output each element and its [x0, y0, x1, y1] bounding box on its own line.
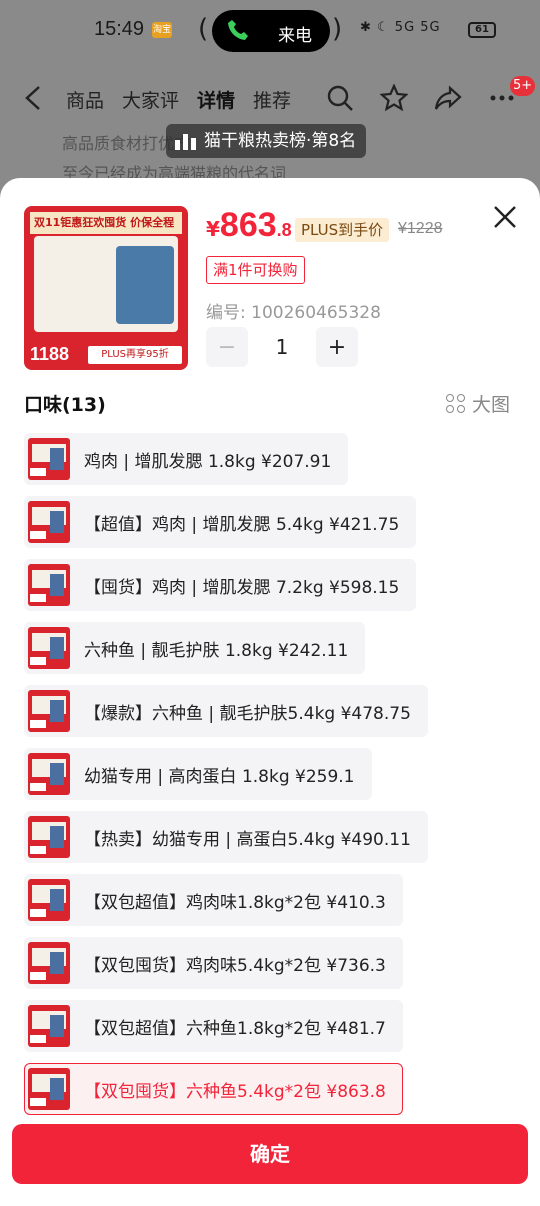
- flavor-thumbnail: [28, 753, 70, 795]
- increase-button[interactable]: +: [316, 327, 358, 367]
- message-count-badge: 5+: [510, 76, 536, 96]
- flavor-section-title: 口味(13): [24, 394, 106, 416]
- image-price: 1188: [30, 344, 70, 364]
- flavor-option-label: 【双包囤货】六种鱼5.4kg*2包 ¥863.8: [84, 1081, 386, 1102]
- original-price: ¥1228: [398, 220, 443, 237]
- tab-details[interactable]: 详情: [197, 86, 235, 113]
- product-image[interactable]: 双11钜惠狂欢囤货 价保全程 1188 PLUS再享95折: [24, 206, 188, 370]
- flavor-thumbnail: [28, 690, 70, 732]
- flavor-option-label: 【双包囤货】鸡肉味5.4kg*2包 ¥736.3: [84, 955, 386, 976]
- image-promo: PLUS再享95折: [88, 346, 182, 364]
- tab-reviews[interactable]: 大家评: [122, 86, 179, 113]
- big-picture-toggle[interactable]: 大图: [446, 390, 510, 417]
- flavor-option[interactable]: 【双包囤货】六种鱼5.4kg*2包 ¥863.8: [24, 1063, 403, 1115]
- nav-bar: 商品 大家评 详情 推荐 5+: [0, 70, 540, 126]
- flavor-option-label: 幼猫专用 | 高肉蛋白 1.8kg ¥259.1: [84, 766, 355, 787]
- system-icons: ✱ ☾ 5G 5G: [360, 20, 441, 35]
- call-label: 来电: [278, 26, 312, 46]
- phone-icon: [228, 20, 248, 40]
- price-symbol: ¥: [206, 217, 220, 241]
- flavor-option-label: 六种鱼 | 靓毛护肤 1.8kg ¥242.11: [84, 640, 349, 661]
- bar-chart-icon: [175, 134, 196, 150]
- flavor-thumbnail: [28, 816, 70, 858]
- flavor-thumbnail: [28, 1005, 70, 1047]
- sku-selection-sheet: 双11钜惠狂欢囤货 价保全程 1188 PLUS再享95折 ¥ 863 .8 P…: [0, 178, 540, 1206]
- left-paren-icon: (: [198, 14, 209, 44]
- flavor-thumbnail: [28, 501, 70, 543]
- flavor-option-label: 【热卖】幼猫专用 | 高蛋白5.4kg ¥490.11: [84, 829, 411, 850]
- flavor-option[interactable]: 【双包囤货】鸡肉味5.4kg*2包 ¥736.3: [24, 937, 403, 989]
- flavor-option-label: 【超值】鸡肉 | 增肌发腮 5.4kg ¥421.75: [84, 514, 400, 535]
- sku-number: 编号: 100260465328: [206, 303, 381, 323]
- image-banner: 双11钜惠狂欢囤货 价保全程: [30, 212, 182, 234]
- share-icon[interactable]: [434, 84, 462, 112]
- app-badge-icon: 淘宝: [152, 22, 172, 38]
- tab-product[interactable]: 商品: [66, 86, 104, 113]
- flavor-thumbnail: [28, 942, 70, 984]
- decrease-button[interactable]: −: [206, 327, 248, 367]
- incoming-call-pill[interactable]: 来电: [212, 10, 330, 52]
- back-icon[interactable]: [22, 84, 44, 112]
- flavor-option[interactable]: 【双包超值】六种鱼1.8kg*2包 ¥481.7: [24, 1000, 403, 1052]
- plus-price-tag: PLUS到手价: [295, 218, 390, 242]
- flavor-option[interactable]: 【囤货】鸡肉 | 增肌发腮 7.2kg ¥598.15: [24, 559, 417, 611]
- price: ¥ 863 .8: [206, 206, 292, 245]
- flavor-option-label: 【囤货】鸡肉 | 增肌发腮 7.2kg ¥598.15: [84, 577, 400, 598]
- confirm-button[interactable]: 确定: [12, 1124, 528, 1184]
- flavor-option-label: 【双包超值】鸡肉味1.8kg*2包 ¥410.3: [84, 892, 386, 913]
- ranking-pill[interactable]: 猫干粮热卖榜·第8名: [166, 124, 367, 158]
- grid-icon: [446, 393, 466, 414]
- flavor-option-label: 【双包超值】六种鱼1.8kg*2包 ¥481.7: [84, 1018, 386, 1039]
- flavor-option-label: 鸡肉 | 增肌发腮 1.8kg ¥207.91: [84, 451, 332, 472]
- price-integer: 863: [219, 206, 277, 244]
- battery-icon: 61: [468, 22, 496, 38]
- ranking-label: 猫干粮热卖榜·第8名: [204, 131, 357, 151]
- quantity-value[interactable]: 1: [248, 335, 316, 359]
- flavor-option[interactable]: 【爆款】六种鱼 | 靓毛护肤5.4kg ¥478.75: [24, 685, 428, 737]
- flavor-option[interactable]: 【双包超值】鸡肉味1.8kg*2包 ¥410.3: [24, 874, 403, 926]
- status-bar: 15:49 淘宝 ( 来电 ) ✱ ☾ 5G 5G 61: [0, 0, 540, 60]
- flavor-thumbnail: [28, 564, 70, 606]
- right-paren-icon: ): [332, 14, 343, 44]
- search-icon[interactable]: [326, 84, 354, 112]
- flavor-option[interactable]: 六种鱼 | 靓毛护肤 1.8kg ¥242.11: [24, 622, 366, 674]
- flavor-thumbnail: [28, 1068, 70, 1110]
- status-time: 15:49: [94, 18, 145, 40]
- flavor-option[interactable]: 鸡肉 | 增肌发腮 1.8kg ¥207.91: [24, 433, 349, 485]
- exchange-coupon-tag[interactable]: 满1件可换购: [206, 256, 305, 284]
- flavor-option[interactable]: 【热卖】幼猫专用 | 高蛋白5.4kg ¥490.11: [24, 811, 428, 863]
- nav-tabs: 商品 大家评 详情 推荐: [66, 86, 291, 113]
- flavor-thumbnail: [28, 438, 70, 480]
- cat-food-bag-icon: [116, 246, 174, 324]
- flavor-thumbnail: [28, 627, 70, 669]
- close-icon[interactable]: [492, 204, 518, 230]
- star-icon[interactable]: [380, 84, 408, 112]
- big-picture-label: 大图: [472, 394, 511, 416]
- flavor-option[interactable]: 【超值】鸡肉 | 增肌发腮 5.4kg ¥421.75: [24, 496, 417, 548]
- flavor-thumbnail: [28, 879, 70, 921]
- flavor-option[interactable]: 幼猫专用 | 高肉蛋白 1.8kg ¥259.1: [24, 748, 372, 800]
- flavor-option-label: 【爆款】六种鱼 | 靓毛护肤5.4kg ¥478.75: [84, 703, 411, 724]
- price-decimal: .8: [276, 220, 292, 240]
- tab-recommend[interactable]: 推荐: [253, 86, 291, 113]
- quantity-stepper: − 1 +: [206, 327, 358, 367]
